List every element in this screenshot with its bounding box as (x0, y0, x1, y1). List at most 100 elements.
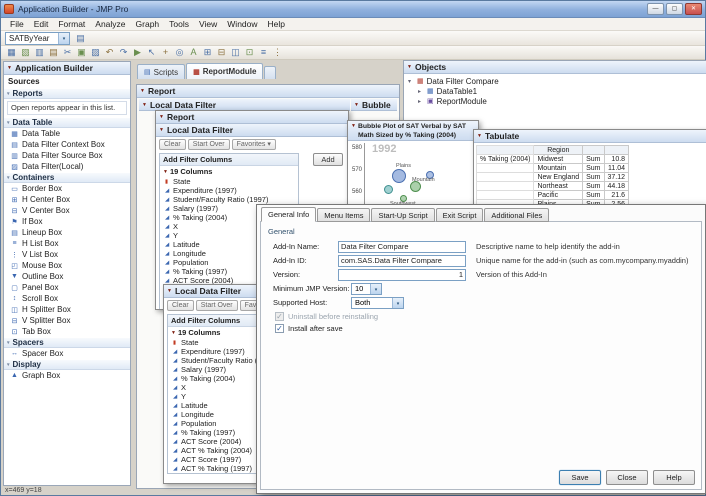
red-triangle-menu-icon[interactable]: ▼ (163, 169, 168, 175)
titlebar[interactable]: Application Builder - JMP Pro — ▢ ✕ (1, 1, 705, 18)
expand-icon[interactable]: ▸ (418, 88, 424, 95)
combo-dropdown-icon[interactable]: ▾ (58, 33, 69, 44)
disclosure-icon[interactable]: ▾ (7, 340, 10, 346)
toolbar-icon[interactable]: ✂ (61, 46, 74, 59)
menu-item[interactable]: File (5, 19, 29, 29)
tree-node-root[interactable]: ▾ ▦ Data Filter Compare (408, 76, 702, 86)
red-triangle-menu-icon[interactable]: ▼ (159, 127, 164, 133)
menu-item[interactable]: View (194, 19, 222, 29)
red-triangle-menu-icon[interactable]: ▼ (354, 102, 359, 108)
toolbar-icon[interactable]: ▧ (19, 46, 32, 59)
palette-item[interactable]: ⊟ V Splitter Box (4, 315, 130, 326)
toolbar-icon[interactable]: ▨ (89, 46, 102, 59)
save-button[interactable]: Save (559, 470, 601, 485)
version-input[interactable] (338, 269, 466, 281)
toolbar-icon[interactable]: A (187, 46, 200, 59)
menu-item[interactable]: Analyze (90, 19, 130, 29)
palette-item[interactable]: ▭ Border Box (4, 183, 130, 194)
new-script-icon[interactable]: ▤ (74, 32, 87, 45)
section-data-table[interactable]: ▾ Data Table (4, 117, 130, 128)
red-triangle-menu-icon[interactable]: ▼ (407, 64, 412, 70)
help-button[interactable]: Help (653, 470, 695, 485)
red-triangle-menu-icon[interactable]: ▼ (351, 122, 356, 139)
palette-item[interactable]: ⋮ V List Box (4, 249, 130, 260)
toolbar-icon[interactable]: ▶ (131, 46, 144, 59)
disclosure-icon[interactable]: ▾ (7, 91, 10, 97)
red-triangle-menu-icon[interactable]: ▼ (477, 133, 482, 139)
tab-menu-items[interactable]: Menu Items (317, 208, 370, 222)
start-over-button[interactable]: Start Over (188, 139, 230, 150)
clear-button[interactable]: Clear (167, 300, 194, 311)
tab-scripts[interactable]: ▤ Scripts (137, 64, 185, 79)
toolbar-icon[interactable]: ▦ (5, 46, 18, 59)
tab-additional-files[interactable]: Additional Files (484, 208, 549, 222)
addin-name-input[interactable] (338, 241, 466, 253)
red-triangle-menu-icon[interactable]: ▼ (7, 65, 12, 71)
toolbar-icon[interactable]: ▤ (47, 46, 60, 59)
add-button[interactable]: Add (313, 153, 343, 166)
columns-count-header[interactable]: ▼ 19 Columns (160, 166, 298, 177)
red-triangle-menu-icon[interactable]: ▼ (159, 114, 164, 120)
palette-item[interactable]: ◰ Mouse Box (4, 260, 130, 271)
toolbar-icon[interactable]: + (159, 46, 172, 59)
toolbar-icon[interactable]: ▣ (75, 46, 88, 59)
menu-item[interactable]: Edit (29, 19, 54, 29)
start-over-button[interactable]: Start Over (196, 300, 238, 311)
toolbar-icon[interactable]: ⊞ (201, 46, 214, 59)
palette-item[interactable]: ▦ Data Table (4, 128, 130, 139)
palette-item[interactable]: ▨ Data Filter(Local) (4, 161, 130, 172)
section-containers[interactable]: ▾ Containers (4, 172, 130, 183)
close-button-icon[interactable]: ✕ (685, 3, 702, 15)
new-tab-stub[interactable] (264, 66, 276, 79)
red-triangle-menu-icon[interactable]: ▼ (167, 288, 172, 294)
toolbar-icon[interactable]: ▥ (33, 46, 46, 59)
bubble-plot-area[interactable]: 1992 Verbal 580 570 560 Plains Mountain (348, 141, 478, 212)
red-triangle-menu-icon[interactable]: ▼ (140, 88, 145, 94)
filter-column-item[interactable]: ◢ Student/Faculty Ratio (1997) (160, 195, 298, 204)
section-spacers[interactable]: ▾ Spacers (4, 337, 130, 348)
tab-startup-script[interactable]: Start-Up Script (371, 208, 434, 222)
supported-host-select[interactable]: Both ▾ (351, 297, 404, 309)
data-table-combo[interactable]: SATByYear ▾ (5, 32, 70, 45)
section-display[interactable]: ▾ Display (4, 359, 130, 370)
disclosure-icon[interactable]: ▾ (7, 120, 10, 126)
filter-column-item[interactable]: ▮ State (160, 177, 298, 186)
tree-node-reportmodule[interactable]: ▸ ▣ ReportModule (418, 96, 702, 106)
palette-item[interactable]: ⊟ V Center Box (4, 205, 130, 216)
combo-dropdown-icon[interactable]: ▾ (370, 284, 381, 294)
maximize-button-icon[interactable]: ▢ (666, 3, 683, 15)
palette-item[interactable]: ▢ Panel Box (4, 282, 130, 293)
expand-icon[interactable]: ▸ (418, 98, 424, 105)
section-reports[interactable]: ▾ Reports (4, 88, 130, 99)
disclosure-icon[interactable]: ▾ (7, 175, 10, 181)
tab-general-info[interactable]: General Info (261, 207, 316, 222)
toolbar-icon[interactable]: ↖ (145, 46, 158, 59)
tree-node-datatable[interactable]: ▸ ▦ DataTable1 (418, 86, 702, 96)
menu-item[interactable]: Help (263, 19, 290, 29)
menu-item[interactable]: Window (222, 19, 262, 29)
menu-item[interactable]: Tools (164, 19, 194, 29)
palette-item[interactable]: ▲ Graph Box (4, 370, 130, 381)
menu-item[interactable]: Format (53, 19, 90, 29)
disclosure-icon[interactable]: ▾ (7, 362, 10, 368)
palette-item[interactable]: ⊡ Tab Box (4, 326, 130, 337)
menu-item[interactable]: Graph (131, 19, 165, 29)
palette-item[interactable]: ↕ Scroll Box (4, 293, 130, 304)
palette-item[interactable]: ⊞ H Center Box (4, 194, 130, 205)
toolbar-icon[interactable]: ↶ (103, 46, 116, 59)
tab-exit-script[interactable]: Exit Script (436, 208, 484, 222)
filter-column-item[interactable]: ◢ Expenditure (1997) (160, 186, 298, 195)
palette-item[interactable]: ≡ H List Box (4, 238, 130, 249)
red-triangle-menu-icon[interactable]: ▼ (142, 102, 147, 108)
palette-item[interactable]: ◫ H Splitter Box (4, 304, 130, 315)
expand-icon[interactable]: ▾ (408, 78, 414, 85)
toolbar-icon[interactable]: ◎ (173, 46, 186, 59)
toolbar-icon[interactable]: ≡ (257, 46, 270, 59)
toolbar-icon[interactable]: ⋮ (271, 46, 284, 59)
favorites-button[interactable]: Favorites ▾ (232, 139, 276, 150)
red-triangle-menu-icon[interactable]: ▼ (171, 330, 176, 336)
toolbar-icon[interactable]: ◫ (229, 46, 242, 59)
toolbar-icon[interactable]: ⊟ (215, 46, 228, 59)
toolbar-icon[interactable]: ⊡ (243, 46, 256, 59)
palette-item[interactable]: ▤ Data Filter Context Box (4, 139, 130, 150)
